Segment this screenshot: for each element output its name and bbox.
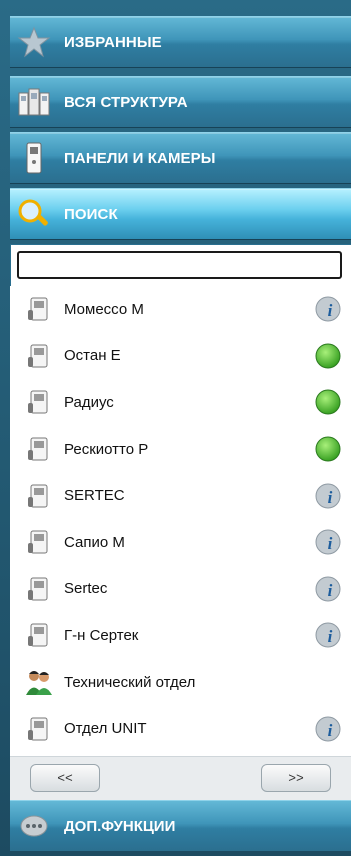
prev-page-button[interactable]: <<	[30, 764, 100, 792]
intercom-icon	[24, 528, 54, 556]
list-item[interactable]: Отдел UNIT i	[10, 705, 351, 752]
pager: << >>	[10, 756, 351, 801]
nav-favorites[interactable]: ИЗБРАННЫЕ	[10, 16, 351, 68]
list-item[interactable]: Сапио М i	[10, 519, 351, 566]
intercom-icon	[24, 575, 54, 603]
list-item-name: Остан Е	[64, 347, 121, 365]
online-status-icon	[315, 343, 341, 369]
nav-extra-functions[interactable]: ДОП.ФУНКЦИИ	[10, 800, 351, 851]
intercom-icon	[24, 435, 54, 463]
online-status-icon	[315, 436, 341, 462]
svg-text:i: i	[328, 488, 333, 507]
door-panel-icon	[14, 140, 54, 176]
nav-structure[interactable]: ВСЯ СТРУКТУРА	[10, 76, 351, 128]
next-page-button[interactable]: >>	[261, 764, 331, 792]
nav-panels[interactable]: ПАНЕЛИ И КАМЕРЫ	[10, 132, 351, 184]
list-item-name: SERTEC	[64, 487, 125, 505]
nav-panels-label: ПАНЕЛИ И КАМЕРЫ	[64, 149, 216, 167]
app-window: ИЗБРАННЫЕ ВСЯ СТРУКТУРА ПАНЕЛИ И КАМЕРЫ	[0, 0, 351, 856]
intercom-icon	[24, 715, 54, 743]
intercom-icon	[24, 621, 54, 649]
info-icon[interactable]: i	[315, 296, 341, 322]
list-item[interactable]: Sertec i	[10, 566, 351, 613]
info-icon[interactable]: i	[315, 716, 341, 742]
online-status-icon	[315, 389, 341, 415]
list-item-name: Момессо М	[64, 300, 144, 318]
intercom-icon	[24, 342, 54, 370]
svg-text:i: i	[328, 627, 333, 646]
nav-search[interactable]: ПОИСК	[10, 188, 351, 240]
svg-text:i: i	[328, 721, 333, 740]
building-icon	[14, 84, 54, 120]
group-icon	[24, 668, 54, 696]
magnifier-icon	[14, 196, 54, 232]
list-item[interactable]: Момессо М i	[10, 286, 351, 333]
info-icon[interactable]: i	[315, 622, 341, 648]
nav-search-label: ПОИСК	[64, 205, 118, 223]
intercom-icon	[24, 482, 54, 510]
svg-text:i: i	[328, 581, 333, 600]
star-icon	[14, 24, 54, 60]
svg-text:i: i	[328, 301, 333, 320]
nav-extra-label: ДОП.ФУНКЦИИ	[64, 817, 176, 835]
list-item[interactable]: Рескиотто Р	[10, 426, 351, 473]
list-item-name: Отдел UNIT	[64, 720, 147, 738]
list-item[interactable]: Технический отдел	[10, 659, 351, 706]
intercom-icon	[24, 388, 54, 416]
search-box	[10, 244, 351, 288]
list-item[interactable]: SERTEC i	[10, 472, 351, 519]
list-item-name: Радиус	[64, 393, 114, 411]
list-item-name: Сапио М	[64, 533, 125, 551]
list-item-name: Г-н Сертек	[64, 626, 139, 644]
svg-text:i: i	[328, 534, 333, 553]
list-item-name: Технический отдел	[64, 673, 196, 691]
list-item[interactable]: Остан Е	[10, 333, 351, 380]
list-item[interactable]: Г-н Сертек i	[10, 612, 351, 659]
extra-functions-icon	[14, 808, 54, 844]
intercom-icon	[24, 295, 54, 323]
info-icon[interactable]: i	[315, 529, 341, 555]
search-input[interactable]	[17, 251, 342, 279]
list-item[interactable]: Радиус	[10, 379, 351, 426]
results-list[interactable]: Момессо М i Остан Е Радиус Рескиотто Р S…	[10, 286, 351, 756]
info-icon[interactable]: i	[315, 483, 341, 509]
info-icon[interactable]: i	[315, 576, 341, 602]
list-item-name: Sertec	[64, 580, 108, 598]
nav-structure-label: ВСЯ СТРУКТУРА	[64, 93, 188, 111]
list-item-name: Рескиотто Р	[64, 440, 149, 458]
nav-favorites-label: ИЗБРАННЫЕ	[64, 33, 162, 51]
